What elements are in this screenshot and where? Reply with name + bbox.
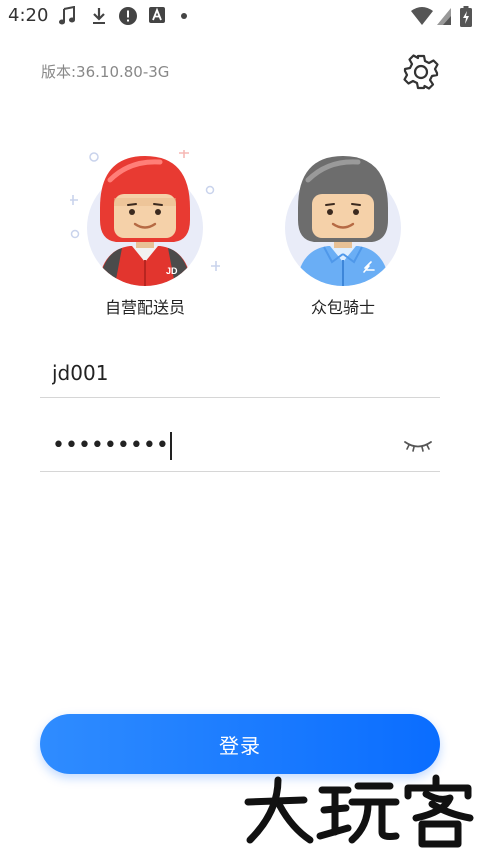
role-label-crowdsource: 众包骑士	[310, 298, 375, 317]
music-note-icon	[59, 6, 75, 25]
gear-icon	[403, 54, 439, 90]
settings-button[interactable]	[399, 50, 443, 94]
status-time: 4:20	[8, 5, 49, 26]
svg-text:JD: JD	[166, 266, 178, 276]
download-icon	[93, 8, 105, 24]
wifi-icon	[411, 7, 433, 25]
red-helmet-rider-avatar: JD	[70, 150, 220, 286]
status-bar: 4:20	[0, 0, 480, 32]
gray-helmet-rider-avatar	[285, 156, 401, 286]
toggle-password-visibility-button[interactable]	[402, 432, 434, 458]
login-button[interactable]: 登录	[40, 714, 440, 774]
app-a-icon	[149, 7, 165, 23]
password-field: •••••••••	[40, 420, 440, 472]
role-self-operated-courier[interactable]: JD 自营配送员	[70, 150, 220, 318]
login-screen: 4:20 版本:36.10.80-3G JD 自营配送员 众包骑士 jd001 …	[0, 0, 480, 853]
battery-charging-icon	[460, 6, 472, 27]
signal-icon	[437, 8, 451, 25]
dot-icon	[181, 13, 187, 19]
role-crowdsource-rider[interactable]: 众包骑士	[268, 150, 418, 318]
password-input[interactable]: •••••••••	[52, 420, 172, 471]
password-masked-text: •••••••••	[52, 433, 169, 458]
version-label: 版本:36.10.80-3G	[41, 63, 170, 81]
dawanke-watermark	[244, 774, 474, 848]
text-caret	[169, 431, 172, 460]
eye-closed-icon	[404, 441, 432, 452]
username-input[interactable]	[52, 348, 422, 397]
username-field	[40, 348, 440, 398]
role-label-self-operated: 自营配送员	[104, 298, 185, 317]
alert-icon	[119, 7, 137, 25]
